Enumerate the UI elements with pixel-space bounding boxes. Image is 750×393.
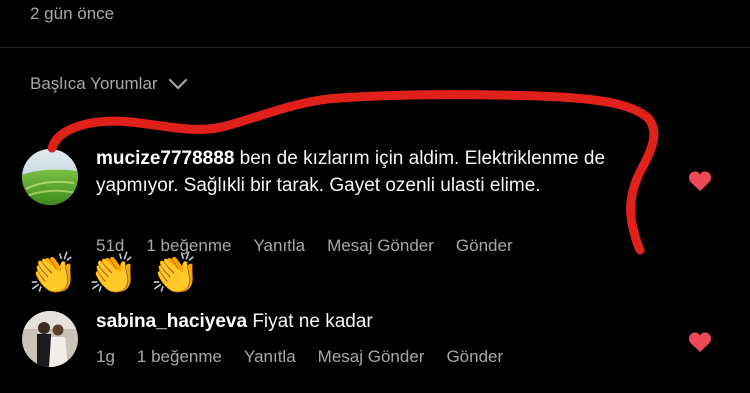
comment-sort-label: Başlıca Yorumlar — [30, 74, 158, 93]
comment-actions: 1g 1 beğenme Yanıtla Mesaj Gönder Gönder — [96, 347, 503, 367]
divider — [0, 47, 750, 48]
clapping-hands-icon: 👏 — [150, 252, 200, 296]
heart-icon[interactable] — [688, 170, 712, 197]
comment-username[interactable]: mucize7778888 — [96, 148, 234, 169]
comment-sort-dropdown[interactable]: Başlıca Yorumlar — [30, 74, 188, 94]
send-button[interactable]: Gönder — [446, 347, 503, 367]
clapping-hands-icon: 👏 — [28, 252, 78, 296]
send-button[interactable]: Gönder — [456, 236, 513, 256]
reply-button[interactable]: Yanıtla — [244, 347, 296, 367]
avatar[interactable] — [22, 311, 78, 367]
comment-username[interactable]: sabina_haciyeva — [96, 311, 247, 332]
post-timestamp: 2 gün önce — [30, 4, 115, 23]
avatar[interactable] — [22, 149, 78, 205]
comment-body: sabina_haciyeva Fiyat ne kadar — [96, 308, 616, 335]
comment-time: 1g — [96, 347, 115, 366]
send-message-button[interactable]: Mesaj Gönder — [327, 236, 434, 256]
comment-body: mucize7778888 ben de kızlarım için aldim… — [96, 145, 616, 199]
heart-icon[interactable] — [688, 331, 712, 358]
couple-photo-avatar — [22, 311, 78, 367]
clapping-hands-icon: 👏 — [88, 252, 138, 296]
chevron-down-icon — [168, 78, 188, 90]
grass-field-avatar — [22, 149, 78, 205]
reply-button[interactable]: Yanıtla — [253, 236, 305, 256]
send-message-button[interactable]: Mesaj Gönder — [318, 347, 425, 367]
comment-text: Fiyat ne kadar — [252, 311, 373, 332]
likes-count[interactable]: 1 beğenme — [137, 347, 222, 367]
